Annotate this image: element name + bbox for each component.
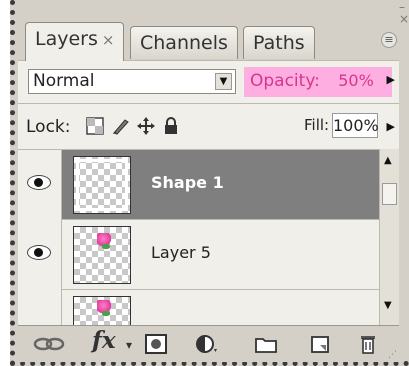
- resize-grip-icon[interactable]: ⋰: [388, 350, 397, 360]
- opacity-input[interactable]: 50%: [333, 69, 379, 93]
- panel-tabs: Layers × Channels Paths ≡: [25, 22, 399, 61]
- opacity-slider-arrow-icon[interactable]: ▶: [387, 73, 395, 86]
- visibility-toggle[interactable]: [18, 150, 62, 220]
- blend-mode-select[interactable]: Normal ▼: [28, 69, 236, 94]
- layer-mask-icon[interactable]: [144, 333, 168, 355]
- layer-row-layer-5[interactable]: Layer 5: [18, 220, 379, 290]
- blend-row: Normal ▼ Opacity: 50% ▶: [18, 60, 399, 103]
- tab-layers[interactable]: Layers ×: [25, 22, 125, 61]
- eye-icon: [27, 175, 51, 190]
- flower-thumbnail-icon: [97, 300, 113, 316]
- new-layer-icon[interactable]: [308, 333, 332, 355]
- layers-list: Shape 1 Layer 5: [18, 149, 379, 326]
- opacity-label[interactable]: Opacity:: [250, 71, 320, 91]
- fill-input[interactable]: 100%: [332, 113, 379, 138]
- tab-paths[interactable]: Paths: [243, 26, 315, 59]
- fill-label: Fill:: [304, 116, 330, 134]
- visibility-toggle[interactable]: [18, 220, 62, 290]
- chevron-down-icon[interactable]: ▼: [215, 73, 232, 90]
- layers-toolbar: fx ▾ ⋰: [18, 325, 399, 362]
- tab-close-icon[interactable]: ×: [102, 31, 115, 49]
- layer-name[interactable]: Shape 1: [151, 173, 224, 192]
- eye-icon: [27, 245, 51, 260]
- lock-row: Lock: Fill: 100% ▶: [18, 103, 399, 150]
- tab-layers-label: Layers: [35, 28, 98, 50]
- blend-mode-value: Normal: [33, 71, 95, 91]
- link-layers-icon[interactable]: [32, 333, 66, 355]
- fx-dropdown-icon[interactable]: ▾: [126, 338, 132, 352]
- lock-label: Lock:: [26, 117, 71, 137]
- visibility-toggle[interactable]: [18, 290, 62, 326]
- new-group-icon[interactable]: [254, 333, 278, 355]
- layer-thumbnail: [73, 226, 131, 284]
- lock-position-icon[interactable]: [136, 116, 156, 136]
- tab-paths-label: Paths: [253, 32, 305, 54]
- scroll-down-icon[interactable]: ▼: [384, 300, 392, 311]
- layer-name[interactable]: Layer 5: [151, 243, 211, 262]
- lock-pixels-icon[interactable]: [111, 116, 131, 136]
- close-panel-icon[interactable]: ×: [399, 12, 409, 26]
- fx-icon[interactable]: fx: [92, 327, 116, 354]
- layer-row-partial[interactable]: [18, 290, 379, 326]
- lock-all-icon[interactable]: [161, 116, 181, 136]
- scroll-thumb[interactable]: [382, 183, 397, 205]
- adjustment-layer-icon[interactable]: [194, 333, 218, 355]
- layer-row-shape-1[interactable]: Shape 1: [18, 150, 379, 220]
- scroll-up-icon[interactable]: ▲: [384, 155, 392, 166]
- layer-thumbnail: [73, 296, 131, 326]
- layers-scrollbar[interactable]: ▲ ▼: [379, 149, 399, 325]
- layer-thumbnail: [73, 156, 131, 214]
- tab-channels-label: Channels: [140, 32, 228, 54]
- flower-thumbnail-icon: [97, 233, 113, 249]
- lock-transparency-icon[interactable]: [85, 116, 105, 136]
- trash-icon[interactable]: [356, 333, 380, 355]
- tab-channels[interactable]: Channels: [130, 26, 238, 59]
- fill-slider-arrow-icon[interactable]: ▶: [387, 120, 395, 133]
- panel-menu-icon[interactable]: ≡: [381, 32, 397, 48]
